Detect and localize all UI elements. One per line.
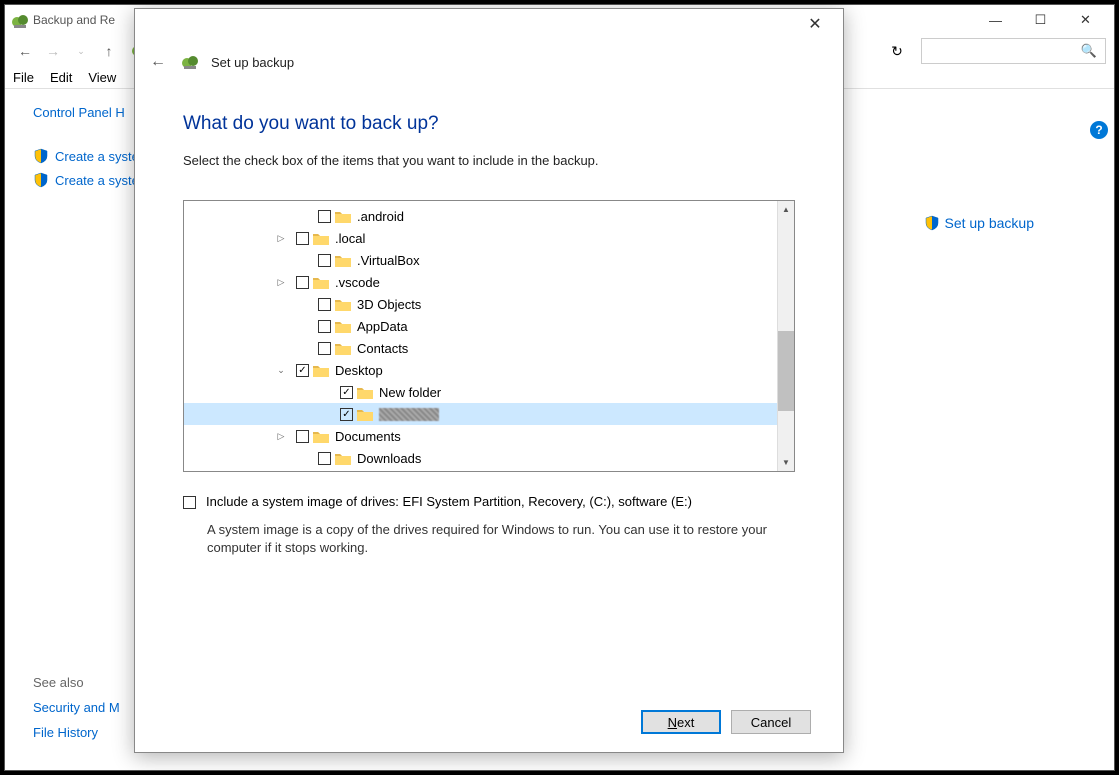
expand-chevron-icon[interactable]: ⌄ [274,365,288,376]
tree-item-label: 3D Objects [357,297,421,312]
tree-item-label: .local [335,231,365,246]
search-input[interactable]: 🔍 [921,38,1106,64]
folder-icon [335,298,351,311]
menu-view[interactable]: View [88,70,116,85]
next-button[interactable]: Next [641,710,721,734]
folder-icon [335,254,351,267]
tree-item-label: Contacts [357,341,408,356]
maximize-button[interactable]: ☐ [1018,5,1063,35]
expand-chevron-icon[interactable]: ▷ [274,277,288,288]
shield-icon [924,215,940,231]
shield-icon [33,172,49,188]
dialog-back-button[interactable]: ← [147,51,169,73]
tree-checkbox[interactable] [340,386,353,399]
tree-item[interactable]: Contacts [184,337,777,359]
folder-tree: .android ▷ .local .VirtualBox ▷ .vscode 3D Obj… [183,200,795,472]
tree-item-label: Downloads [357,451,421,466]
nav-back-button[interactable]: ← [13,39,37,63]
dialog-app-icon [181,53,199,71]
dialog-subtitle: Select the check box of the items that y… [183,153,795,168]
cancel-button[interactable]: Cancel [731,710,811,734]
dialog-header: ← Set up backup [135,43,843,81]
tree-checkbox[interactable] [296,364,309,377]
nav-forward-button[interactable]: → [41,39,65,63]
tree-item[interactable]: AppData [184,315,777,337]
tree-checkbox[interactable] [318,210,331,223]
nav-recent-dropdown[interactable]: ⌄ [69,39,93,63]
folder-icon [335,452,351,465]
dialog-body: What do you want to back up? Select the … [135,81,843,557]
dialog-close-button[interactable]: ✕ [795,9,835,39]
file-history-link[interactable]: File History [33,725,120,740]
system-image-label: Include a system image of drives: EFI Sy… [206,494,692,509]
tree-item-label [379,408,439,421]
tree-checkbox[interactable] [318,254,331,267]
tree-checkbox[interactable] [318,298,331,311]
tree-item-label: .vscode [335,275,380,290]
folder-icon [335,320,351,333]
tree-item[interactable] [184,403,777,425]
set-up-backup-label: Set up backup [944,215,1034,231]
refresh-button[interactable]: ↻ [881,37,913,65]
close-button[interactable]: ✕ [1063,5,1108,35]
tree-item-label: AppData [357,319,408,334]
backup-wizard-dialog: ✕ ← Set up backup What do you want to ba… [134,8,844,753]
dialog-heading: What do you want to back up? [183,113,795,135]
search-icon: 🔍 [1081,43,1097,59]
see-also-heading: See also [33,675,120,690]
see-also-section: See also Security and M File History [33,675,120,750]
tree-item[interactable]: 3D Objects [184,293,777,315]
tree-item[interactable]: .VirtualBox [184,249,777,271]
tree-item[interactable]: ▷ Documents [184,425,777,447]
folder-tree-inner[interactable]: .android ▷ .local .VirtualBox ▷ .vscode 3D Obj… [184,201,777,471]
system-image-option: Include a system image of drives: EFI Sy… [183,472,795,509]
tree-checkbox[interactable] [318,320,331,333]
tree-item[interactable]: Downloads [184,447,777,469]
scroll-up-button[interactable]: ▲ [778,201,794,218]
tree-item-label: .android [357,209,404,224]
scroll-down-button[interactable]: ▼ [778,454,794,471]
tree-item-label: .VirtualBox [357,253,420,268]
system-image-description: A system image is a copy of the drives r… [183,509,795,557]
folder-icon [313,430,329,443]
expand-chevron-icon[interactable]: ▷ [274,431,288,442]
folder-icon [335,210,351,223]
dialog-titlebar: ✕ [135,9,843,43]
tree-item[interactable]: ⌄ Desktop [184,359,777,381]
security-link[interactable]: Security and M [33,700,120,715]
minimize-button[interactable]: — [973,5,1018,35]
folder-icon [313,276,329,289]
tree-item-label: Desktop [335,363,383,378]
folder-icon [357,408,373,421]
shield-icon [33,148,49,164]
app-icon [11,12,27,28]
tree-scrollbar[interactable]: ▲ ▼ [777,201,794,471]
tree-checkbox[interactable] [296,232,309,245]
expand-chevron-icon[interactable]: ▷ [274,233,288,244]
system-image-checkbox[interactable] [183,496,196,509]
tree-checkbox[interactable] [296,430,309,443]
dialog-title: Set up backup [211,55,294,70]
tree-item[interactable]: New folder [184,381,777,403]
menu-file[interactable]: File [13,70,34,85]
folder-icon [313,364,329,377]
set-up-backup-link[interactable]: Set up backup [924,215,1034,231]
scroll-thumb[interactable] [778,331,794,411]
tree-checkbox[interactable] [340,408,353,421]
folder-icon [357,386,373,399]
nav-up-button[interactable]: ↑ [97,39,121,63]
tree-item-label: New folder [379,385,441,400]
tree-checkbox[interactable] [318,452,331,465]
tree-checkbox[interactable] [296,276,309,289]
tree-item[interactable]: ▷ .vscode [184,271,777,293]
tree-item[interactable]: .android [184,205,777,227]
tree-checkbox[interactable] [318,342,331,355]
folder-icon [313,232,329,245]
dialog-buttons: Next Cancel [641,710,811,734]
menu-edit[interactable]: Edit [50,70,72,85]
tree-item[interactable]: ▷ .local [184,227,777,249]
folder-icon [335,342,351,355]
tree-item-label: Documents [335,429,401,444]
